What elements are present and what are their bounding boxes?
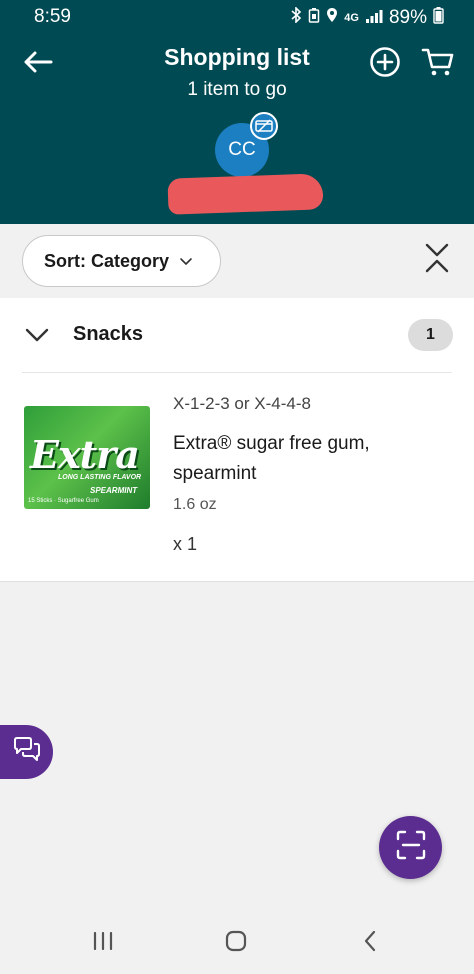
cart-button[interactable] — [418, 44, 458, 84]
signal-icon — [365, 8, 383, 28]
system-back-button[interactable] — [358, 930, 382, 957]
recents-icon — [92, 931, 114, 955]
product-name: Extra® sugar free gum, spearmint — [173, 433, 370, 484]
avatar-initials: CC — [228, 139, 256, 160]
scan-icon — [396, 830, 426, 865]
list-item[interactable]: Extra LONG LASTING FLAVOR SPEARMINT 15 S… — [0, 382, 474, 572]
chevron-left-icon — [362, 930, 378, 957]
home-button[interactable] — [224, 930, 248, 957]
collapse-all-button[interactable] — [417, 240, 457, 280]
category-title: Snacks — [73, 323, 144, 345]
sort-label: Sort: Category — [44, 250, 170, 271]
chevron-down-icon — [179, 251, 193, 272]
chat-button[interactable] — [0, 725, 53, 779]
location-icon — [326, 7, 338, 28]
product-image-brand: Extra — [30, 432, 140, 477]
card-badge-icon — [250, 112, 278, 140]
scan-button[interactable] — [379, 816, 442, 879]
network-type-label: 4G — [344, 11, 359, 24]
product-image-variant: SPEARMINT — [90, 486, 138, 495]
product-image-tagline: LONG LASTING FLAVOR — [58, 474, 142, 481]
product-image: Extra LONG LASTING FLAVOR SPEARMINT 15 S… — [24, 406, 150, 509]
aisle-location: X-1-2-3 or X-4-4-8 — [173, 394, 311, 413]
product-quantity: x 1 — [173, 534, 198, 554]
chat-bubbles-icon — [12, 736, 42, 769]
battery-icon — [433, 6, 444, 29]
product-image-count: 15 Sticks · Sugarfree Gum — [28, 498, 99, 504]
plus-circle-icon — [369, 46, 401, 83]
battery-percent: 89% — [388, 6, 427, 28]
recents-button[interactable] — [90, 931, 116, 955]
system-nav-bar — [0, 912, 474, 974]
list-toolbar: Sort: Category — [0, 224, 474, 298]
status-bar: 8:59 4G 89% — [0, 0, 474, 34]
category-header-snacks[interactable]: Snacks 1 — [0, 298, 474, 372]
app-header: 8:59 4G 89% Shopping list 1 item to go C… — [0, 0, 474, 224]
collapse-icon — [424, 242, 450, 279]
product-size: 1.6 oz — [173, 496, 217, 513]
chevron-down-icon — [22, 320, 52, 350]
redaction-mark — [167, 173, 324, 215]
sort-button[interactable]: Sort: Category — [22, 235, 221, 287]
cart-icon — [421, 47, 455, 82]
shopping-list: Snacks 1 Extra LONG LASTING FLAVOR SPEAR… — [0, 298, 474, 582]
category-count-badge: 1 — [408, 319, 453, 351]
battery-saver-icon — [308, 7, 320, 28]
home-icon — [225, 930, 247, 957]
bluetooth-icon — [290, 6, 302, 28]
status-icons: 4G 89% — [290, 6, 444, 29]
status-time: 8:59 — [34, 6, 71, 27]
add-item-button[interactable] — [365, 44, 405, 84]
divider — [22, 372, 452, 373]
